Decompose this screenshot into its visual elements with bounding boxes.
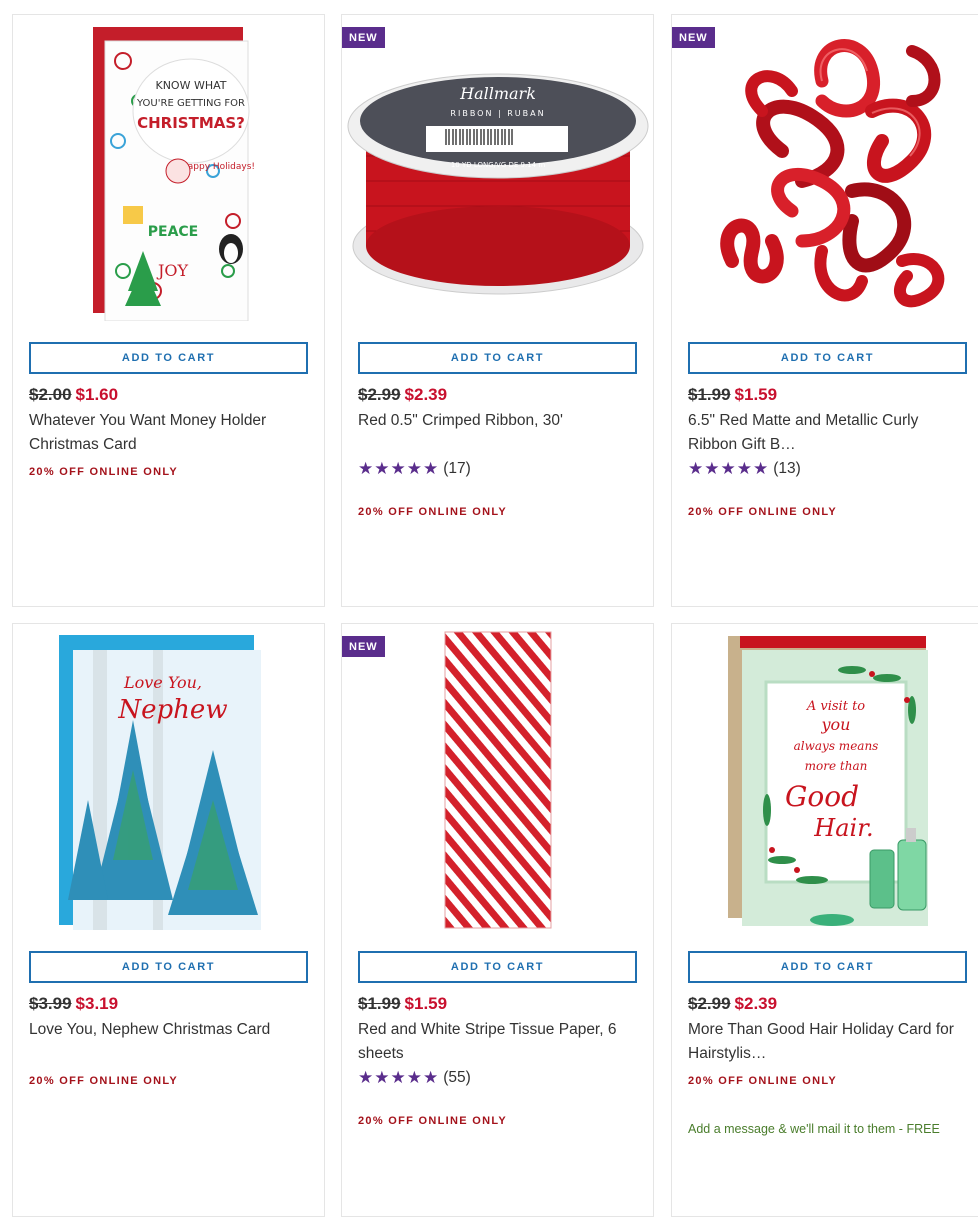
card-text-2: you [821, 715, 851, 734]
product-title-link[interactable]: Love You, Nephew Christmas Card [29, 1018, 311, 1042]
striped-tissue-paper-image [444, 631, 552, 929]
card-text-2: Nephew [117, 695, 227, 725]
new-badge: NEW [342, 27, 385, 48]
product-title-link[interactable]: More Than Good Hair Holiday Card for Hai… [688, 1018, 970, 1066]
price: $3.99 $3.19 [29, 994, 118, 1014]
product-card[interactable]: NEW ADD TO CART $1.99 $1.59 Red and White… [341, 623, 654, 1217]
original-price: $2.99 [358, 385, 401, 404]
card-text-1: A visit to [806, 699, 865, 714]
price: $1.99 $1.59 [358, 994, 447, 1014]
new-badge: NEW [342, 636, 385, 657]
mail-message-note: Add a message & we'll mail it to them - … [688, 1122, 940, 1136]
product-image[interactable]: A visit to you always means more than Go… [672, 630, 978, 930]
add-to-cart-button[interactable]: ADD TO CART [358, 342, 637, 374]
product-image[interactable] [342, 630, 653, 930]
add-to-cart-button[interactable]: ADD TO CART [688, 342, 967, 374]
promo-label: 20% OFF ONLINE ONLY [358, 506, 507, 518]
sale-price: $1.59 [734, 385, 778, 404]
new-badge: NEW [672, 27, 715, 48]
product-card[interactable]: KNOW WHAT YOU'RE GETTING FOR CHRISTMAS? … [12, 14, 325, 607]
promo-label: 20% OFF ONLINE ONLY [688, 1075, 837, 1087]
good-hair-card-image: A visit to you always means more than Go… [728, 636, 928, 926]
star-rating-icon: ★★★★★ [688, 459, 770, 478]
promo-label: 20% OFF ONLINE ONLY [29, 466, 178, 478]
add-to-cart-button[interactable]: ADD TO CART [29, 951, 308, 983]
card-text-3: CHRISTMAS? [137, 114, 245, 132]
product-image[interactable]: KNOW WHAT YOU'RE GETTING FOR CHRISTMAS? … [13, 21, 324, 321]
original-price: $1.99 [688, 385, 731, 404]
price: $1.99 $1.59 [688, 385, 777, 405]
spool-label: RIBBON | RUBAN [450, 109, 545, 118]
sale-price: $1.59 [404, 994, 448, 1013]
star-rating-icon: ★★★★★ [358, 1068, 440, 1087]
spool-length: 10 YD LONG/VG DE 9.14 m [451, 161, 545, 169]
sale-price: $1.60 [75, 385, 119, 404]
red-curly-bow-image [720, 39, 945, 308]
card-text-3: always means [794, 739, 879, 753]
rating[interactable]: ★★★★★ (13) [688, 459, 801, 479]
promo-label: 20% OFF ONLINE ONLY [358, 1115, 507, 1127]
add-to-cart-button[interactable]: ADD TO CART [29, 342, 308, 374]
spool-brand: Hallmark [459, 84, 536, 103]
rating[interactable]: ★★★★★ (55) [358, 1068, 471, 1088]
money-holder-card-image: KNOW WHAT YOU'RE GETTING FOR CHRISTMAS? … [93, 27, 255, 321]
card-text-4: PEACE [148, 224, 199, 240]
card-text-6: Hair. [813, 814, 873, 842]
review-count: (13) [773, 460, 801, 477]
product-card[interactable]: Love You, Nephew ADD TO CART $3.99 $3.19 … [12, 623, 325, 1217]
product-image[interactable]: Hallmark RIBBON | RUBAN 10 YD LONG/VG DE… [342, 21, 653, 321]
product-card[interactable]: A visit to you always means more than Go… [671, 623, 978, 1217]
card-text-5: Good [785, 780, 859, 813]
product-title-link[interactable]: Whatever You Want Money Holder Christmas… [29, 409, 311, 457]
price: $2.99 $2.39 [358, 385, 447, 405]
original-price: $1.99 [358, 994, 401, 1013]
card-text-6: Happy Holidays! [181, 162, 255, 172]
card-text-1: Love You, [123, 673, 202, 692]
price: $2.99 $2.39 [688, 994, 777, 1014]
product-card[interactable]: NEW ADD TO CART $1.99 $1.59 6.5" Red Matt… [671, 14, 978, 607]
sale-price: $2.39 [404, 385, 448, 404]
review-count: (17) [443, 460, 471, 477]
product-card[interactable]: NEW Hallmark RIBBON | RUBAN 10 YD LONG/V… [341, 14, 654, 607]
red-ribbon-spool-image: Hallmark RIBBON | RUBAN 10 YD LONG/VG DE… [347, 73, 649, 295]
nephew-card-image: Love You, Nephew [59, 635, 261, 930]
original-price: $3.99 [29, 994, 72, 1013]
rating[interactable]: ★★★★★ (17) [358, 459, 471, 479]
add-to-cart-button[interactable]: ADD TO CART [358, 951, 637, 983]
sale-price: $3.19 [75, 994, 119, 1013]
star-rating-icon: ★★★★★ [358, 459, 440, 478]
original-price: $2.99 [688, 994, 731, 1013]
product-title-link[interactable]: Red and White Stripe Tissue Paper, 6 she… [358, 1018, 640, 1066]
promo-label: 20% OFF ONLINE ONLY [688, 506, 837, 518]
add-to-cart-button[interactable]: ADD TO CART [688, 951, 967, 983]
product-image[interactable]: Love You, Nephew [13, 630, 324, 930]
card-text-2: YOU'RE GETTING FOR [136, 98, 245, 109]
card-text-1: KNOW WHAT [155, 79, 226, 92]
card-text-5: JOY [156, 261, 189, 280]
price: $2.00 $1.60 [29, 385, 118, 405]
original-price: $2.00 [29, 385, 72, 404]
product-title-link[interactable]: 6.5" Red Matte and Metallic Curly Ribbon… [688, 409, 970, 457]
product-image[interactable] [672, 21, 978, 321]
promo-label: 20% OFF ONLINE ONLY [29, 1075, 178, 1087]
product-title-link[interactable]: Red 0.5" Crimped Ribbon, 30' [358, 409, 640, 433]
sale-price: $2.39 [734, 994, 778, 1013]
review-count: (55) [443, 1069, 471, 1086]
card-text-4: more than [805, 759, 868, 773]
